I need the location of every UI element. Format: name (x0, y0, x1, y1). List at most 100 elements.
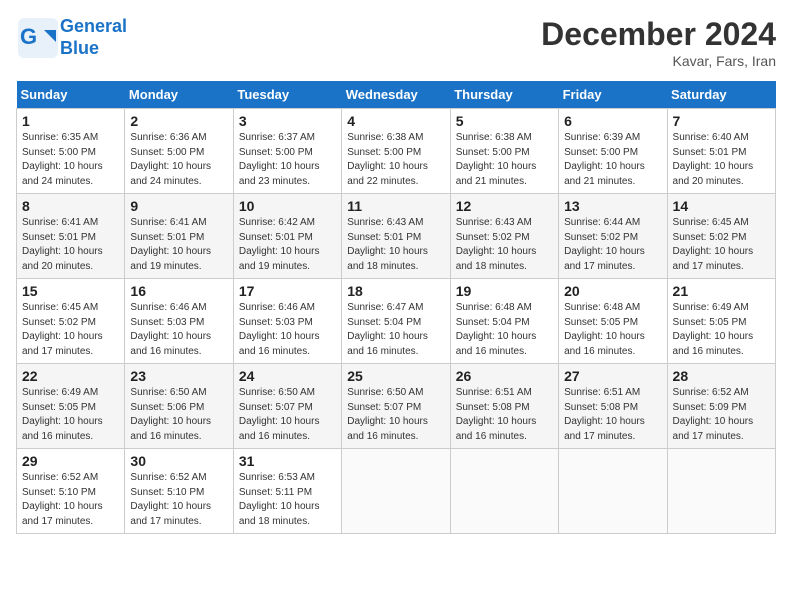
day-info: Sunrise: 6:37 AMSunset: 5:00 PMDaylight:… (239, 132, 320, 187)
day-number: 4 (347, 113, 444, 129)
day-number: 26 (456, 368, 553, 384)
day-info: Sunrise: 6:38 AMSunset: 5:00 PMDaylight:… (347, 132, 428, 187)
day-info: Sunrise: 6:50 AMSunset: 5:07 PMDaylight:… (347, 387, 428, 442)
day-info: Sunrise: 6:45 AMSunset: 5:02 PMDaylight:… (22, 302, 103, 357)
calendar-cell: 30 Sunrise: 6:52 AMSunset: 5:10 PMDaylig… (125, 449, 233, 534)
day-info: Sunrise: 6:41 AMSunset: 5:01 PMDaylight:… (22, 217, 103, 272)
logo-line2: Blue (60, 38, 99, 58)
calendar-cell: 7 Sunrise: 6:40 AMSunset: 5:01 PMDayligh… (667, 109, 775, 194)
day-number: 16 (130, 283, 227, 299)
day-info: Sunrise: 6:52 AMSunset: 5:09 PMDaylight:… (673, 387, 754, 442)
day-number: 27 (564, 368, 661, 384)
calendar-cell: 29 Sunrise: 6:52 AMSunset: 5:10 PMDaylig… (17, 449, 125, 534)
day-info: Sunrise: 6:36 AMSunset: 5:00 PMDaylight:… (130, 132, 211, 187)
day-number: 11 (347, 198, 444, 214)
day-number: 21 (673, 283, 770, 299)
day-number: 14 (673, 198, 770, 214)
day-info: Sunrise: 6:45 AMSunset: 5:02 PMDaylight:… (673, 217, 754, 272)
calendar-cell: 15 Sunrise: 6:45 AMSunset: 5:02 PMDaylig… (17, 279, 125, 364)
day-number: 7 (673, 113, 770, 129)
day-info: Sunrise: 6:41 AMSunset: 5:01 PMDaylight:… (130, 217, 211, 272)
day-number: 10 (239, 198, 336, 214)
day-number: 20 (564, 283, 661, 299)
weekday-header-row: SundayMondayTuesdayWednesdayThursdayFrid… (17, 81, 776, 109)
day-number: 5 (456, 113, 553, 129)
day-number: 29 (22, 453, 119, 469)
day-info: Sunrise: 6:52 AMSunset: 5:10 PMDaylight:… (22, 472, 103, 527)
logo-line1: General (60, 16, 127, 36)
calendar-cell: 13 Sunrise: 6:44 AMSunset: 5:02 PMDaylig… (559, 194, 667, 279)
calendar-week-row: 29 Sunrise: 6:52 AMSunset: 5:10 PMDaylig… (17, 449, 776, 534)
day-info: Sunrise: 6:35 AMSunset: 5:00 PMDaylight:… (22, 132, 103, 187)
weekday-header: Thursday (450, 81, 558, 109)
logo: G General Blue (16, 16, 127, 60)
day-info: Sunrise: 6:50 AMSunset: 5:06 PMDaylight:… (130, 387, 211, 442)
calendar-cell: 9 Sunrise: 6:41 AMSunset: 5:01 PMDayligh… (125, 194, 233, 279)
day-info: Sunrise: 6:44 AMSunset: 5:02 PMDaylight:… (564, 217, 645, 272)
weekday-header: Wednesday (342, 81, 450, 109)
calendar-cell: 17 Sunrise: 6:46 AMSunset: 5:03 PMDaylig… (233, 279, 341, 364)
calendar-cell: 27 Sunrise: 6:51 AMSunset: 5:08 PMDaylig… (559, 364, 667, 449)
day-info: Sunrise: 6:48 AMSunset: 5:04 PMDaylight:… (456, 302, 537, 357)
day-number: 9 (130, 198, 227, 214)
day-number: 22 (22, 368, 119, 384)
calendar-cell: 25 Sunrise: 6:50 AMSunset: 5:07 PMDaylig… (342, 364, 450, 449)
calendar-cell: 10 Sunrise: 6:42 AMSunset: 5:01 PMDaylig… (233, 194, 341, 279)
calendar-cell: 2 Sunrise: 6:36 AMSunset: 5:00 PMDayligh… (125, 109, 233, 194)
weekday-header: Tuesday (233, 81, 341, 109)
day-info: Sunrise: 6:40 AMSunset: 5:01 PMDaylight:… (673, 132, 754, 187)
day-number: 1 (22, 113, 119, 129)
weekday-header: Saturday (667, 81, 775, 109)
day-number: 3 (239, 113, 336, 129)
month-title: December 2024 (541, 16, 776, 53)
day-info: Sunrise: 6:47 AMSunset: 5:04 PMDaylight:… (347, 302, 428, 357)
day-info: Sunrise: 6:51 AMSunset: 5:08 PMDaylight:… (564, 387, 645, 442)
day-number: 15 (22, 283, 119, 299)
calendar-cell (450, 449, 558, 534)
location-title: Kavar, Fars, Iran (541, 53, 776, 69)
calendar-cell (559, 449, 667, 534)
calendar-cell: 5 Sunrise: 6:38 AMSunset: 5:00 PMDayligh… (450, 109, 558, 194)
day-number: 12 (456, 198, 553, 214)
day-number: 25 (347, 368, 444, 384)
day-info: Sunrise: 6:51 AMSunset: 5:08 PMDaylight:… (456, 387, 537, 442)
day-info: Sunrise: 6:46 AMSunset: 5:03 PMDaylight:… (239, 302, 320, 357)
day-info: Sunrise: 6:48 AMSunset: 5:05 PMDaylight:… (564, 302, 645, 357)
weekday-header: Friday (559, 81, 667, 109)
day-number: 6 (564, 113, 661, 129)
calendar-cell: 23 Sunrise: 6:50 AMSunset: 5:06 PMDaylig… (125, 364, 233, 449)
day-info: Sunrise: 6:50 AMSunset: 5:07 PMDaylight:… (239, 387, 320, 442)
day-info: Sunrise: 6:43 AMSunset: 5:01 PMDaylight:… (347, 217, 428, 272)
day-info: Sunrise: 6:46 AMSunset: 5:03 PMDaylight:… (130, 302, 211, 357)
calendar-cell: 28 Sunrise: 6:52 AMSunset: 5:09 PMDaylig… (667, 364, 775, 449)
day-number: 19 (456, 283, 553, 299)
page-header: G General Blue December 2024 Kavar, Fars… (16, 16, 776, 69)
calendar-cell: 12 Sunrise: 6:43 AMSunset: 5:02 PMDaylig… (450, 194, 558, 279)
calendar-cell: 18 Sunrise: 6:47 AMSunset: 5:04 PMDaylig… (342, 279, 450, 364)
day-number: 30 (130, 453, 227, 469)
day-number: 2 (130, 113, 227, 129)
calendar-cell (667, 449, 775, 534)
calendar-cell: 21 Sunrise: 6:49 AMSunset: 5:05 PMDaylig… (667, 279, 775, 364)
calendar-week-row: 22 Sunrise: 6:49 AMSunset: 5:05 PMDaylig… (17, 364, 776, 449)
day-info: Sunrise: 6:39 AMSunset: 5:00 PMDaylight:… (564, 132, 645, 187)
calendar-cell: 1 Sunrise: 6:35 AMSunset: 5:00 PMDayligh… (17, 109, 125, 194)
calendar-table: SundayMondayTuesdayWednesdayThursdayFrid… (16, 81, 776, 534)
calendar-cell: 26 Sunrise: 6:51 AMSunset: 5:08 PMDaylig… (450, 364, 558, 449)
day-info: Sunrise: 6:43 AMSunset: 5:02 PMDaylight:… (456, 217, 537, 272)
day-number: 31 (239, 453, 336, 469)
calendar-cell: 16 Sunrise: 6:46 AMSunset: 5:03 PMDaylig… (125, 279, 233, 364)
day-info: Sunrise: 6:49 AMSunset: 5:05 PMDaylight:… (673, 302, 754, 357)
day-number: 23 (130, 368, 227, 384)
day-number: 28 (673, 368, 770, 384)
calendar-cell (342, 449, 450, 534)
calendar-cell: 4 Sunrise: 6:38 AMSunset: 5:00 PMDayligh… (342, 109, 450, 194)
calendar-cell: 8 Sunrise: 6:41 AMSunset: 5:01 PMDayligh… (17, 194, 125, 279)
day-info: Sunrise: 6:52 AMSunset: 5:10 PMDaylight:… (130, 472, 211, 527)
day-info: Sunrise: 6:49 AMSunset: 5:05 PMDaylight:… (22, 387, 103, 442)
day-number: 17 (239, 283, 336, 299)
day-info: Sunrise: 6:38 AMSunset: 5:00 PMDaylight:… (456, 132, 537, 187)
calendar-cell: 19 Sunrise: 6:48 AMSunset: 5:04 PMDaylig… (450, 279, 558, 364)
calendar-cell: 24 Sunrise: 6:50 AMSunset: 5:07 PMDaylig… (233, 364, 341, 449)
logo-icon: G (16, 16, 60, 60)
